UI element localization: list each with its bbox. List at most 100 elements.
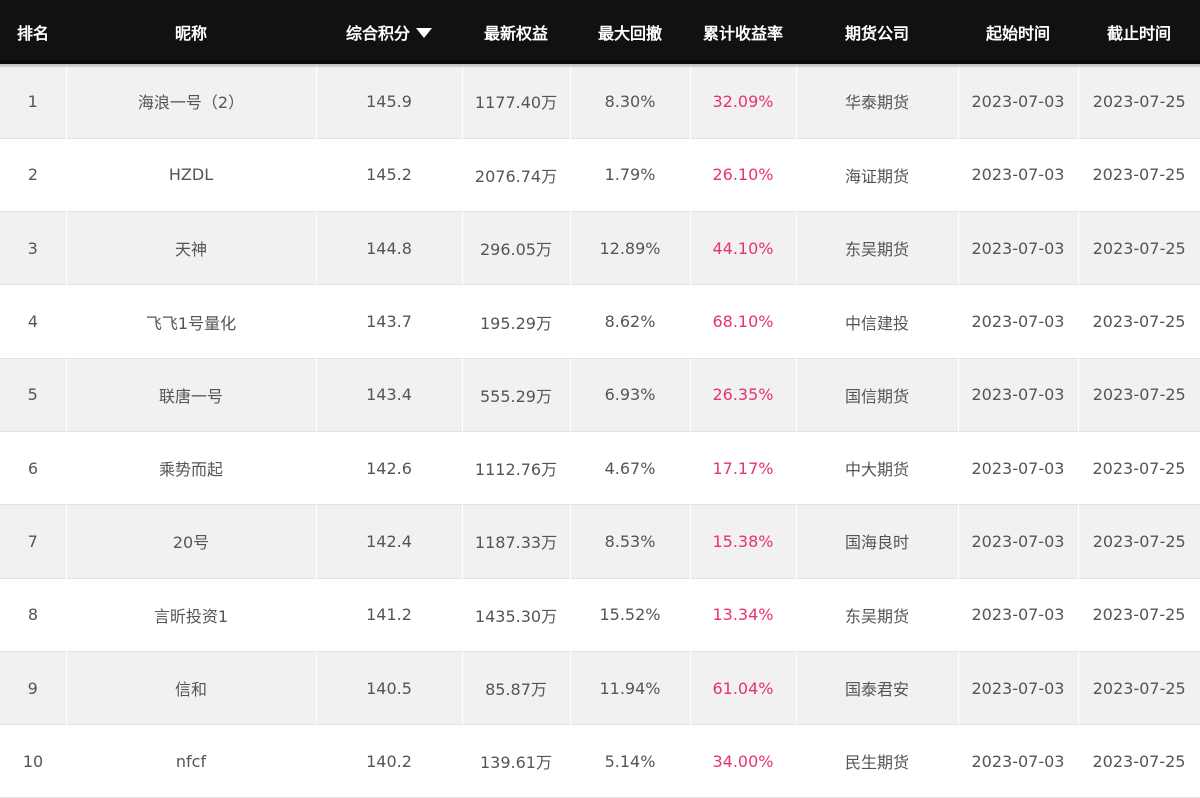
cell-start: 2023-07-03	[957, 504, 1078, 579]
ranking-table-container: 排名 昵称 综合积分 最新权益 最大回撤 累计收益率 期货公司 起始时间 截止时…	[0, 0, 1200, 798]
header-row: 排名 昵称 综合积分 最新权益 最大回撤 累计收益率 期货公司 起始时间 截止时…	[0, 0, 1200, 65]
cell-end: 2023-07-25	[1077, 651, 1200, 725]
cell-equity: 1187.33万	[461, 504, 570, 579]
cell-company: 中信建投	[844, 313, 909, 333]
cell-company: 东吴期货	[795, 211, 958, 285]
column-header-start[interactable]: 起始时间	[958, 0, 1078, 64]
column-header-score-label: 综合积分	[345, 23, 410, 43]
cell-rank: 8	[27, 605, 39, 625]
table-row[interactable]: 4 飞飞1号量化 143.7 195.29万 8.62% 68.10% 中信建投…	[0, 284, 1200, 359]
cell-drawdown: 1.79%	[604, 165, 656, 185]
cell-return: 15.38%	[689, 504, 796, 579]
cell-rank: 4	[27, 312, 39, 332]
cell-rank: 1	[27, 91, 38, 111]
cell-score: 140.2	[366, 751, 412, 771]
cell-return: 13.34%	[712, 605, 774, 625]
cell-drawdown: 8.62%	[604, 312, 656, 332]
cell-equity: 195.29万	[480, 313, 552, 333]
cell-start: 2023-07-03	[971, 751, 1065, 771]
table-body: 1 海浪一号（2） 145.9 1177.40万 8.30% 32.09% 华泰…	[0, 65, 1200, 798]
cell-equity: 555.29万	[461, 358, 570, 432]
cell-end: 2023-07-25	[1077, 65, 1200, 139]
cell-company: 海证期货	[844, 166, 909, 186]
cell-nickname[interactable]: 海浪一号（2）	[65, 65, 316, 139]
cell-start: 2023-07-03	[957, 65, 1078, 139]
cell-nickname[interactable]: 乘势而起	[66, 431, 316, 504]
cell-rank: 10	[22, 751, 44, 771]
cell-start: 2023-07-03	[971, 165, 1065, 185]
cell-start: 2023-07-03	[957, 211, 1078, 285]
table-row[interactable]: 8 言昕投资1 141.2 1435.30万 15.52% 13.34% 东吴期…	[0, 578, 1200, 652]
cell-equity: 296.05万	[461, 211, 570, 285]
cell-drawdown: 6.93%	[569, 358, 690, 432]
column-header-return[interactable]: 累计收益率	[690, 0, 796, 64]
table-row[interactable]: 1 海浪一号（2） 145.9 1177.40万 8.30% 32.09% 华泰…	[0, 65, 1200, 139]
table-header: 排名 昵称 综合积分 最新权益 最大回撤 累计收益率 期货公司 起始时间 截止时…	[0, 0, 1200, 65]
cell-start: 2023-07-03	[971, 605, 1065, 625]
cell-return: 44.10%	[689, 211, 796, 285]
cell-drawdown: 12.89%	[569, 211, 690, 285]
cell-equity: 139.61万	[480, 753, 552, 773]
cell-company: 国泰君安	[795, 651, 958, 725]
cell-nickname[interactable]: 20号	[65, 504, 316, 579]
cell-rank: 6	[27, 458, 39, 478]
cell-equity: 1112.76万	[474, 460, 558, 480]
cell-end: 2023-07-25	[1077, 211, 1200, 285]
cell-end: 2023-07-25	[1092, 605, 1186, 625]
cell-nickname[interactable]: 言昕投资1	[66, 578, 316, 651]
column-header-equity[interactable]: 最新权益	[462, 0, 570, 64]
table-row[interactable]: 3 天神 144.8 296.05万 12.89% 44.10% 东吴期货 20…	[0, 211, 1200, 285]
cell-rank: 2	[27, 165, 39, 185]
cell-rank: 3	[27, 238, 38, 258]
cell-end: 2023-07-25	[1077, 504, 1200, 579]
cell-equity: 1435.30万	[474, 606, 558, 626]
cell-end: 2023-07-25	[1077, 358, 1200, 432]
cell-start: 2023-07-03	[971, 312, 1065, 332]
table-row[interactable]: 6 乘势而起 142.6 1112.76万 4.67% 17.17% 中大期货 …	[0, 431, 1200, 505]
cell-return: 34.00%	[712, 751, 774, 771]
cell-score: 145.9	[315, 65, 462, 139]
cell-score: 143.7	[366, 312, 412, 332]
cell-nickname[interactable]: 信和	[65, 651, 316, 725]
column-header-nickname[interactable]: 昵称	[66, 0, 316, 64]
table-row[interactable]: 5 联唐一号 143.4 555.29万 6.93% 26.35% 国信期货 2…	[0, 358, 1200, 432]
table-row[interactable]: 10 nfcf 140.2 139.61万 5.14% 34.00% 民生期货 …	[0, 724, 1200, 798]
cell-nickname[interactable]: 联唐一号	[65, 358, 316, 432]
triangle-down-icon[interactable]	[416, 27, 432, 38]
cell-score: 140.5	[315, 651, 462, 725]
cell-nickname[interactable]: nfcf	[66, 725, 316, 798]
cell-start: 2023-07-03	[957, 651, 1078, 725]
column-header-drawdown[interactable]: 最大回撤	[570, 0, 690, 64]
table-row[interactable]: 2 HZDL 145.2 2076.74万 1.79% 26.10% 海证期货 …	[0, 138, 1200, 212]
cell-start: 2023-07-03	[957, 358, 1078, 432]
cell-return: 26.35%	[689, 358, 796, 432]
table-row[interactable]: 7 20号 142.4 1187.33万 8.53% 15.38% 国海良时 2…	[0, 504, 1200, 579]
cell-drawdown: 5.14%	[604, 751, 656, 771]
cell-equity: 85.87万	[461, 651, 570, 725]
cell-rank: 7	[27, 531, 38, 551]
cell-rank: 5	[27, 385, 38, 405]
cell-score: 142.6	[366, 458, 412, 478]
table-row[interactable]: 9 信和 140.5 85.87万 11.94% 61.04% 国泰君安 202…	[0, 651, 1200, 725]
cell-return: 17.17%	[712, 458, 774, 478]
cell-nickname[interactable]: 天神	[65, 211, 316, 285]
cell-nickname[interactable]: HZDL	[66, 138, 316, 211]
cell-equity: 1177.40万	[461, 65, 570, 139]
cell-score: 144.8	[315, 211, 462, 285]
cell-drawdown: 8.53%	[569, 504, 690, 579]
cell-company: 国信期货	[795, 358, 958, 432]
column-header-rank[interactable]: 排名	[0, 0, 66, 64]
cell-end: 2023-07-25	[1092, 312, 1186, 332]
column-header-end[interactable]: 截止时间	[1078, 0, 1200, 64]
cell-end: 2023-07-25	[1092, 458, 1186, 478]
cell-equity: 2076.74万	[474, 166, 558, 186]
cell-drawdown: 4.67%	[604, 458, 656, 478]
cell-return: 61.04%	[689, 651, 796, 725]
column-header-company[interactable]: 期货公司	[796, 0, 958, 64]
cell-end: 2023-07-25	[1092, 165, 1186, 185]
column-header-score[interactable]: 综合积分	[316, 0, 462, 64]
cell-return: 32.09%	[689, 65, 796, 139]
cell-company: 国海良时	[795, 504, 958, 579]
cell-nickname[interactable]: 飞飞1号量化	[66, 285, 316, 358]
cell-rank: 9	[27, 678, 38, 698]
